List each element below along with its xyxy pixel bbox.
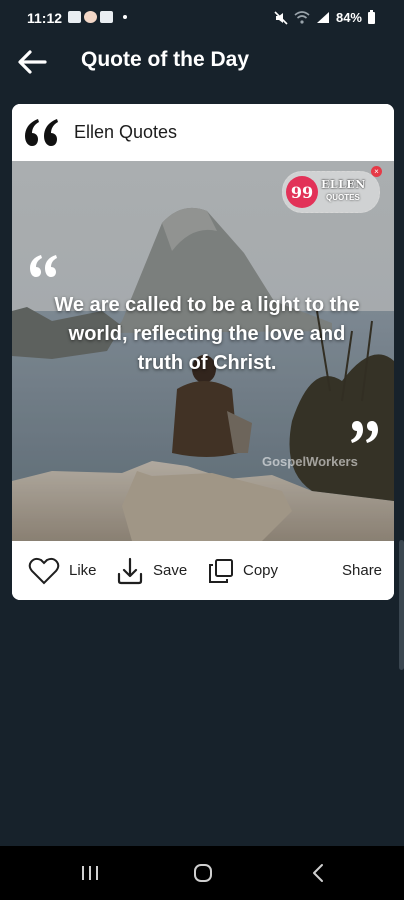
gallery-notification-icon	[68, 11, 81, 23]
home-button[interactable]	[173, 846, 233, 900]
like-label: Like	[69, 562, 97, 579]
dot-icon	[123, 15, 127, 19]
battery-icon	[368, 9, 375, 24]
save-label: Save	[153, 562, 188, 579]
heart-icon	[28, 557, 60, 584]
battery-level: 84%	[335, 10, 362, 25]
brand-sub: QUOTES	[326, 193, 360, 202]
gallery-notification-icon	[100, 11, 113, 23]
system-nav-bar	[0, 846, 404, 900]
card-source-name: Ellen Quotes	[74, 122, 178, 142]
action-bar: Like Save Copy Share	[12, 541, 394, 600]
share-label: Share	[342, 562, 383, 579]
back-icon	[313, 864, 323, 882]
share-button[interactable]: Share	[333, 541, 382, 600]
status-bar: 11:12 84%	[0, 0, 404, 36]
brand-name: ELLEN	[321, 178, 366, 191]
open-quote-icon	[30, 255, 57, 277]
app-header: Quote of the Day	[0, 36, 404, 88]
brand-badge: 99 ELLEN QUOTES ×	[282, 166, 382, 213]
wifi-icon	[294, 11, 310, 24]
like-button[interactable]: Like	[28, 541, 97, 600]
copy-label: Copy	[243, 562, 279, 579]
scrollbar-handle[interactable]	[399, 540, 404, 670]
recents-button[interactable]	[60, 846, 120, 900]
home-icon	[194, 864, 212, 882]
card-header: Ellen Quotes	[12, 104, 394, 161]
quote-card: Ellen Quotes 99 ELLEN QUOTES × We are ca…	[12, 104, 394, 600]
notification-icons	[68, 11, 127, 23]
status-time: 11:12	[27, 10, 63, 26]
quote-image: 99 ELLEN QUOTES × We are called to be a …	[12, 161, 394, 541]
brand-close-icon[interactable]: ×	[371, 166, 382, 177]
save-button[interactable]: Save	[116, 541, 187, 600]
quote-text: We are called to be a light to the world…	[54, 294, 360, 374]
close-quote-icon	[351, 421, 378, 443]
nav-back-button[interactable]	[288, 846, 348, 900]
recents-icon	[82, 866, 98, 880]
copy-icon	[209, 558, 233, 583]
page-title: Quote of the Day	[81, 48, 250, 71]
signal-icon	[316, 12, 329, 23]
mute-icon	[274, 10, 288, 25]
brand-mark: 99	[286, 176, 318, 208]
back-button[interactable]	[16, 48, 48, 76]
watermark: GospelWorkers	[262, 454, 358, 469]
system-status: 84%	[274, 9, 375, 25]
quote-marks-icon	[25, 119, 58, 146]
arrow-left-icon	[18, 50, 47, 74]
download-icon	[117, 557, 143, 584]
avatar-notification-icon	[84, 11, 97, 23]
copy-button[interactable]: Copy	[208, 541, 278, 600]
